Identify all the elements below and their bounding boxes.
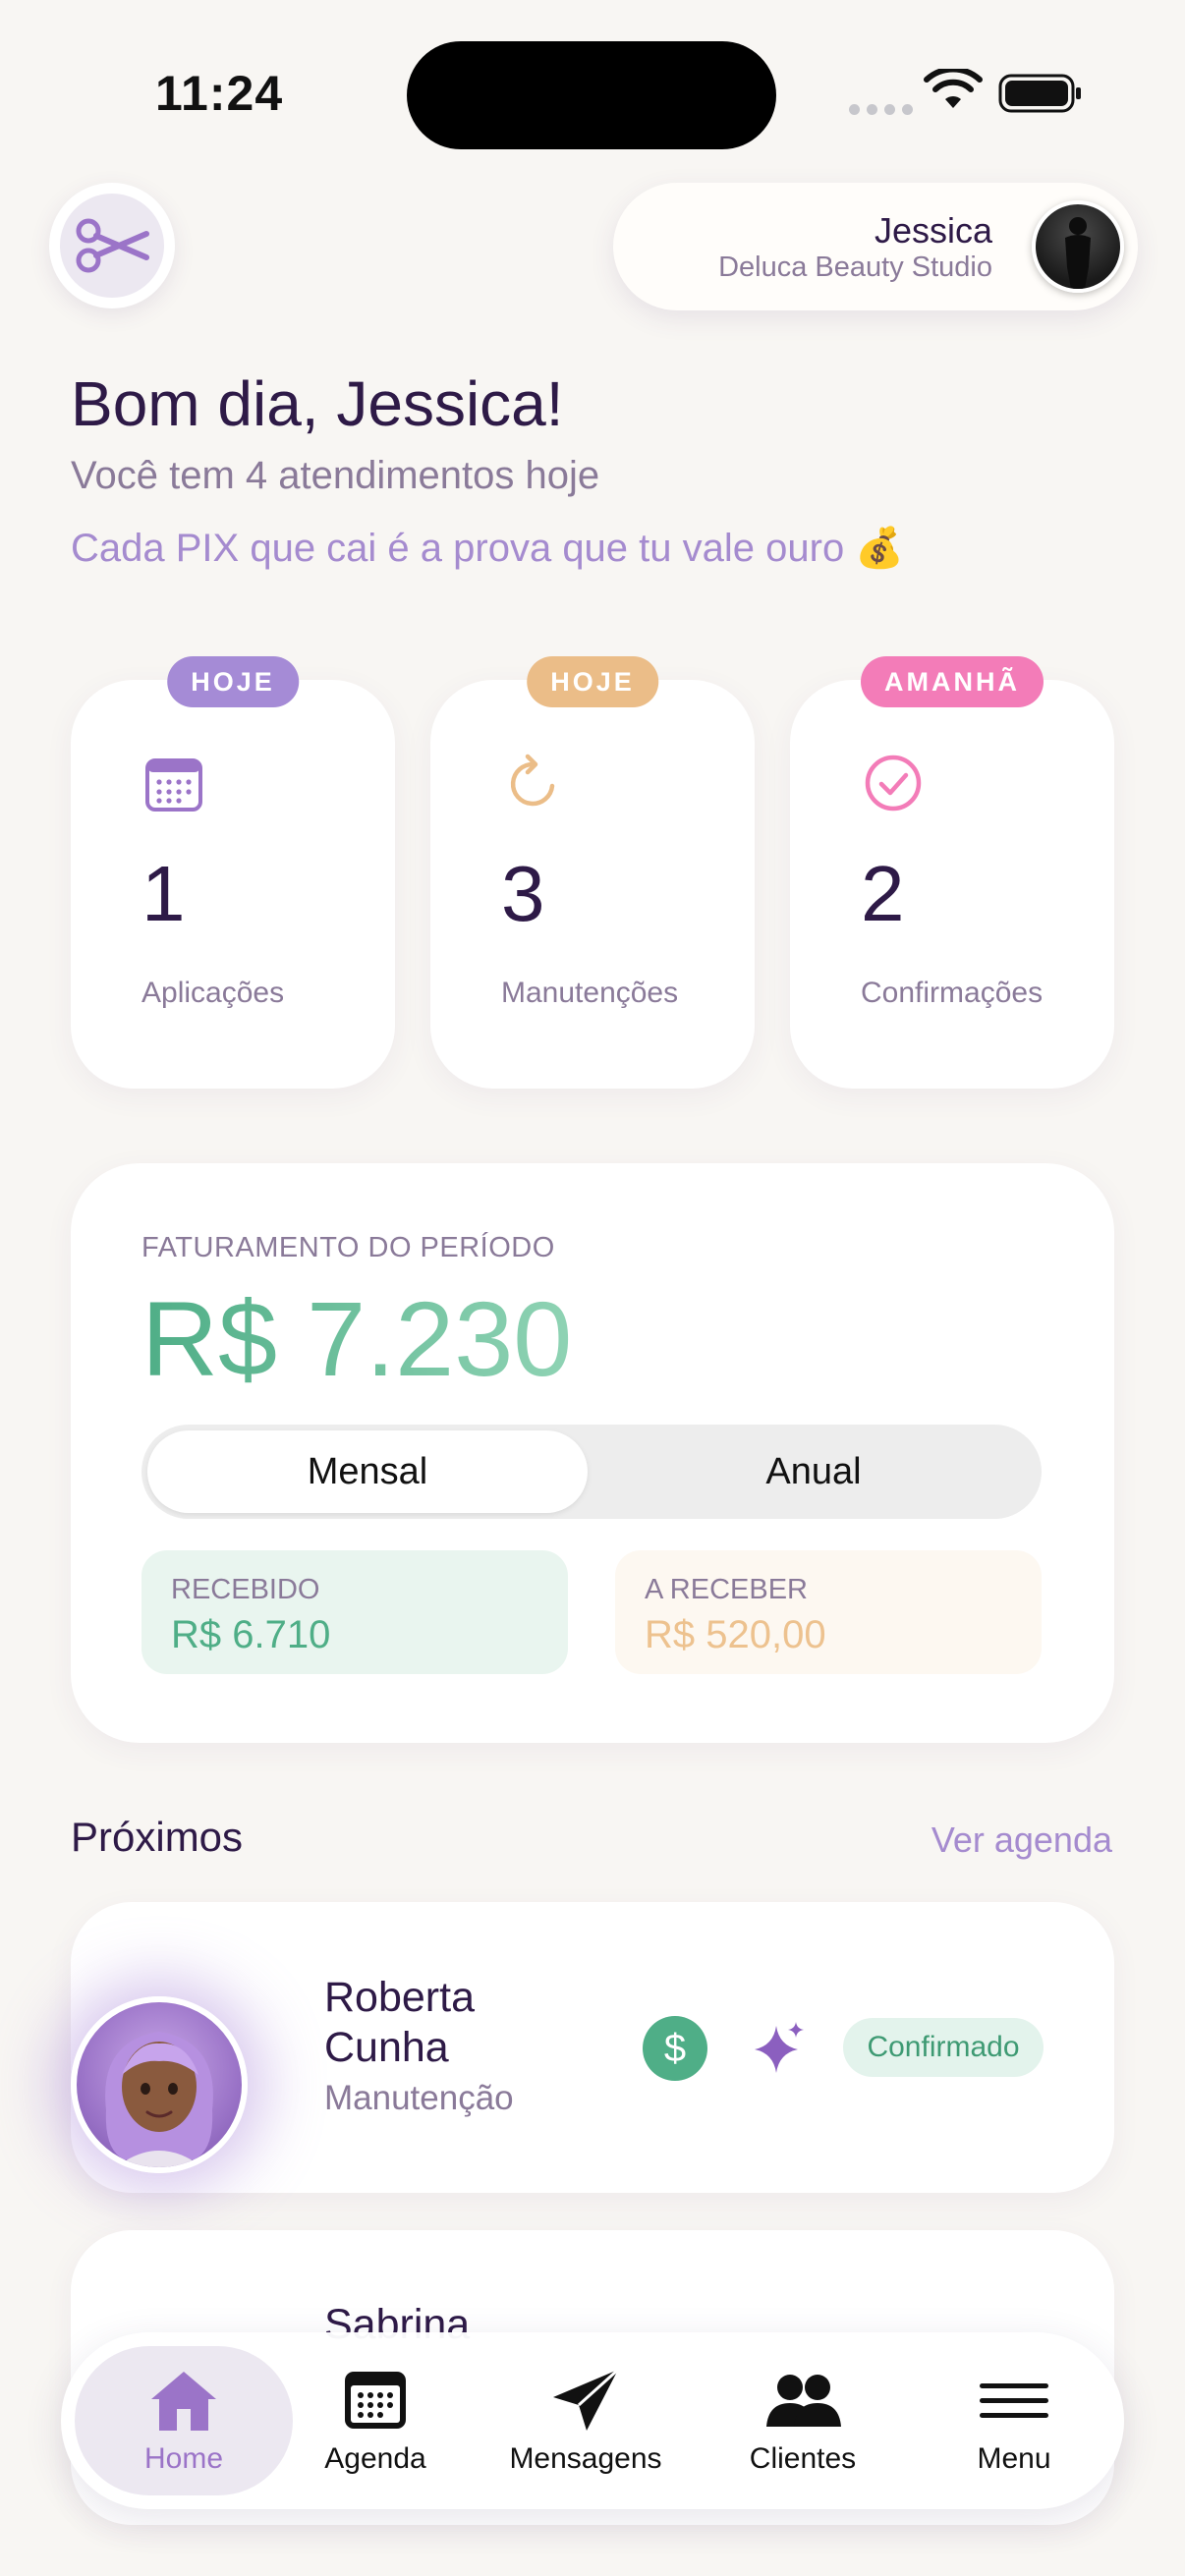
stat-badge: HOJE [527,656,658,707]
profile-pill[interactable]: Jessica Deluca Beauty Studio [613,183,1138,310]
section-title: Próximos [71,1814,244,1860]
stat-badge: AMANHÃ [861,656,1044,707]
nav-label: Mensagens [509,2442,662,2475]
nav-messages[interactable]: Mensagens [499,2332,672,2509]
received-value: R$ 6.710 [171,1613,331,1656]
stat-label: Aplicações [141,977,285,1009]
receivable-label: A RECEBER [645,1574,808,1605]
logo-button[interactable] [49,183,175,308]
nav-clients[interactable]: Clientes [729,2332,876,2509]
send-icon [553,2368,620,2431]
stat-card-aplicacoes[interactable]: HOJE 1 Aplicações [71,656,395,1089]
nav-menu[interactable]: Menu [945,2332,1083,2509]
status-time: 11:24 [155,66,284,121]
appointment-client-name: Roberta Cunha [324,1974,475,2071]
home-icon [151,2372,216,2431]
calendar-icon [345,2372,406,2429]
sparkle-icon[interactable] [749,2018,810,2079]
nav-home[interactable]: Home [75,2346,293,2495]
nav-label: Clientes [749,2442,857,2475]
received-label: RECEBIDO [171,1574,320,1605]
greeting-title: Bom dia, Jessica! [71,368,564,439]
appointment-service: Manutenção [324,2079,514,2117]
status-badge: Confirmado [843,2018,1044,2077]
battery-icon [998,74,1081,113]
stat-card-confirmacoes[interactable]: AMANHÃ 2 Confirmações [790,656,1114,1089]
wifi-icon [924,69,983,108]
refresh-icon [510,754,555,807]
scissors-icon [76,218,149,273]
stat-value: 1 [141,850,186,937]
signal-dots-icon [849,104,913,115]
avatar [1032,200,1124,293]
tab-mensal[interactable]: Mensal [147,1430,588,1513]
calendar-icon [145,758,202,812]
stat-card-manutencoes[interactable]: HOJE 3 Manutenções [430,656,755,1089]
receivable-box: A RECEBER R$ 520,00 [615,1550,1042,1674]
revenue-value: R$ 7.230 [141,1279,573,1398]
nav-label: Home [143,2442,224,2475]
nav-agenda[interactable]: Agenda [307,2332,444,2509]
received-box: RECEBIDO R$ 6.710 [141,1550,568,1674]
stat-value: 2 [861,850,905,937]
dollar-icon[interactable]: $ [643,2016,707,2081]
period-toggle: Mensal Anual [141,1425,1042,1519]
menu-icon [980,2383,1048,2418]
users-icon [766,2375,841,2427]
greeting-subtitle: Você tem 4 atendimentos hoje [71,454,600,497]
stat-label: Manutenções [501,977,679,1009]
bottom-nav: Home Agenda Mensagens Clientes Menu [61,2332,1124,2509]
nav-label: Agenda [324,2442,426,2475]
client-avatar [71,1996,248,2173]
stat-badge: HOJE [167,656,299,707]
profile-studio: Deluca Beauty Studio [718,252,992,283]
see-agenda-link[interactable]: Ver agenda [931,1820,1112,1861]
tab-anual[interactable]: Anual [592,1430,1036,1513]
revenue-card: FATURAMENTO DO PERÍODO R$ 7.230 Mensal A… [71,1163,1114,1743]
revenue-title: FATURAMENTO DO PERÍODO [141,1232,555,1263]
greeting-motto: Cada PIX que cai é a prova que tu vale o… [71,527,905,570]
nav-label: Menu [977,2442,1051,2475]
stat-value: 3 [501,850,545,937]
stat-label: Confirmações [861,977,1044,1009]
dynamic-island [407,41,776,149]
check-circle-icon [865,755,922,812]
receivable-value: R$ 520,00 [645,1613,826,1656]
profile-name: Jessica [874,210,992,251]
